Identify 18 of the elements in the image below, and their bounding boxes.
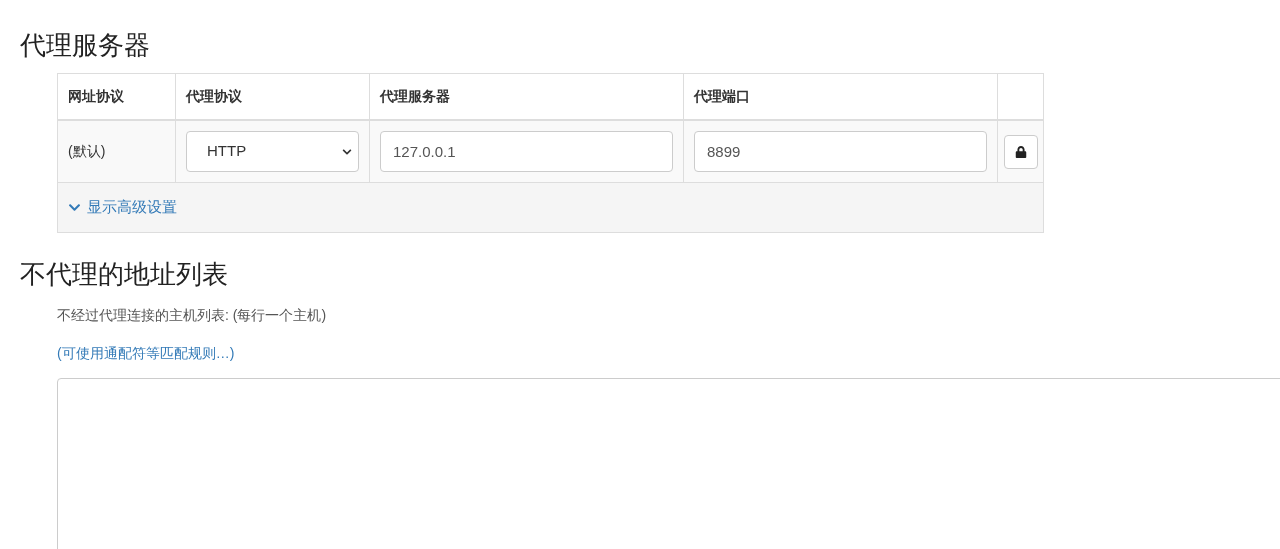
column-header: 代理协议 [176,74,370,119]
section-title: 代理服务器 [20,29,151,62]
lock-icon [1014,145,1027,158]
table-cell: (默认) [58,121,176,182]
advanced-settings-link[interactable]: 显示高级设置 [68,196,177,219]
chevron-down-icon [68,201,81,214]
protocol-select[interactable]: HTTP [186,131,359,172]
section-title: 不代理的地址列表 [20,258,229,291]
port-field[interactable]: 8899 [694,131,987,172]
caret-icon [342,146,352,157]
lock-button[interactable] [1003,134,1038,169]
column-header: 代理服务器 [370,74,684,119]
column-header: 代理端口 [684,74,998,119]
column-header: 网址协议 [58,74,176,119]
server-field[interactable]: 127.0.0.1 [380,131,673,172]
description-text: 不经过代理连接的主机列表: (每行一个主机) [57,306,328,325]
help-link[interactable]: (可使用通配符等匹配规则…) [57,343,235,364]
host-list-field[interactable] [57,378,1280,549]
